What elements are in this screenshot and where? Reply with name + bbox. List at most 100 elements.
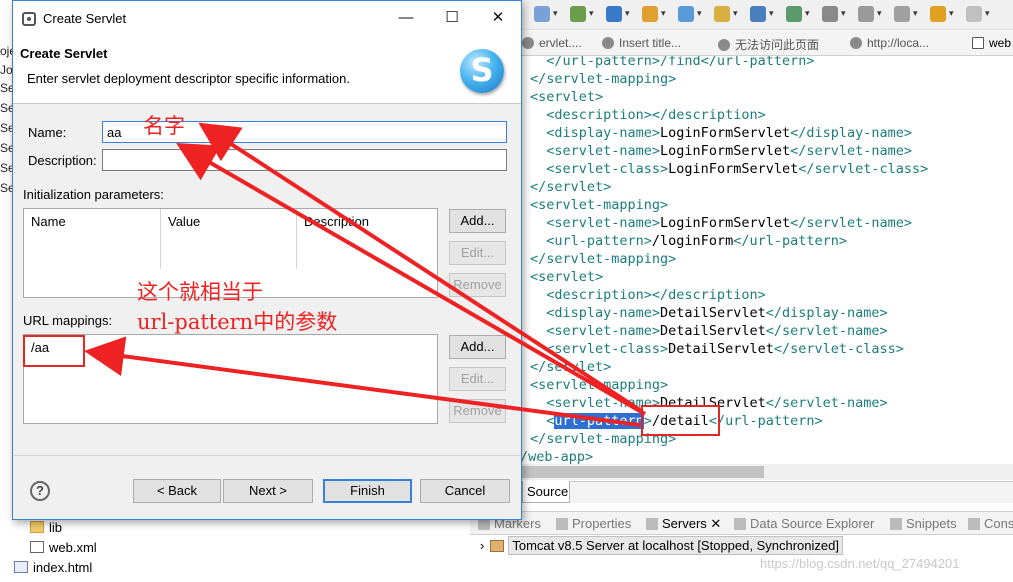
minimize-button[interactable]: —	[383, 7, 429, 31]
scrollbar-thumb[interactable]	[520, 466, 764, 478]
code-line[interactable]: <servlet>	[530, 268, 603, 286]
dropdown-caret-icon[interactable]: ▾	[697, 8, 702, 19]
tab-properties[interactable]: Properties	[556, 516, 631, 531]
back-icon[interactable]	[894, 6, 910, 22]
task-icon[interactable]	[786, 6, 802, 22]
dropdown-caret-icon[interactable]: ▾	[985, 8, 990, 19]
close-button[interactable]: ✕	[475, 7, 521, 31]
code-line[interactable]: </servlet>	[530, 358, 611, 376]
code-line[interactable]: <servlet-mapping>	[530, 196, 668, 214]
dropdown-caret-icon[interactable]: ▾	[805, 8, 810, 19]
dropdown-caret-icon[interactable]: ▾	[589, 8, 594, 19]
ide-toolbar: ▾ ▾ ▾ ▾ ▾ ▾ ▾ ▾ ▾ ▾ ▾ ▾ ▾	[520, 0, 1013, 30]
dropdown-caret-icon[interactable]: ▾	[661, 8, 666, 19]
code-token: <servlet-mapping>	[530, 197, 669, 213]
remove-param-button[interactable]: Remove	[449, 273, 506, 297]
dialog-titlebar[interactable]: Create Servlet — ☐ ✕	[13, 1, 521, 37]
properties-icon	[556, 518, 568, 530]
code-line[interactable]: </servlet-mapping>	[530, 250, 676, 268]
code-line[interactable]: </servlet-mapping>	[530, 70, 676, 88]
tab-console[interactable]: Cons	[968, 516, 1013, 531]
back-button[interactable]: < Back	[133, 479, 221, 503]
arrow-right-icon[interactable]	[966, 6, 982, 22]
next-button[interactable]: Next >	[223, 479, 313, 503]
description-field[interactable]	[102, 149, 507, 171]
code-line[interactable]: <servlet>	[530, 88, 603, 106]
code-token: </url-pattern>/find</url-pattern>	[530, 56, 815, 69]
code-line[interactable]: <display-name>DetailServlet</display-nam…	[530, 304, 888, 322]
annotation-icon[interactable]	[822, 6, 838, 22]
server-list-item[interactable]: › Tomcat v8.5 Server at localhost [Stoppe…	[480, 536, 843, 555]
code-token: /loginForm	[651, 233, 734, 249]
finish-button[interactable]: Finish	[323, 479, 412, 503]
column-header-name[interactable]: Name	[24, 209, 161, 269]
help-icon[interactable]: ?	[30, 481, 50, 501]
tab-servers[interactable]: Servers ✕	[646, 516, 721, 532]
browser-globe-icon	[718, 39, 730, 51]
cancel-button[interactable]: Cancel	[420, 479, 510, 503]
wand-icon[interactable]	[714, 6, 730, 22]
editor-tab[interactable]: http://loca...	[850, 36, 929, 50]
create-servlet-dialog: Create Servlet — ☐ ✕ Create Servlet Ente…	[12, 0, 522, 520]
expand-chevron-icon[interactable]: ›	[480, 538, 484, 553]
open-folder-icon[interactable]	[642, 6, 658, 22]
tab-snippets[interactable]: Snippets	[890, 516, 957, 531]
column-header-value[interactable]: Value	[161, 209, 297, 269]
code-line[interactable]: <url-pattern>/loginForm</url-pattern>	[530, 232, 847, 250]
tab-data-source-explorer[interactable]: Data Source Explorer	[734, 516, 874, 531]
init-params-label: Initialization parameters:	[23, 187, 164, 202]
edit-mapping-button[interactable]: Edit...	[449, 367, 506, 391]
code-line[interactable]: <servlet-name>LoginFormServlet</servlet-…	[530, 214, 912, 232]
editor-tab[interactable]: ervlet....	[522, 36, 582, 50]
dropdown-caret-icon[interactable]: ▾	[625, 8, 630, 19]
dropdown-caret-icon[interactable]: ▾	[733, 8, 738, 19]
dropdown-caret-icon[interactable]: ▾	[841, 8, 846, 19]
code-line[interactable]: <servlet-class>DetailServlet</servlet-cl…	[530, 340, 904, 358]
tree-item-index-html[interactable]: index.html	[14, 560, 92, 575]
add-param-button[interactable]: Add...	[449, 209, 506, 233]
code-line[interactable]: </url-pattern>/find</url-pattern>	[530, 56, 814, 70]
code-token: </display-name>	[765, 305, 888, 321]
edit-param-button[interactable]: Edit...	[449, 241, 506, 265]
horizontal-scrollbar[interactable]	[520, 464, 1013, 480]
tree-item-web-xml[interactable]: web.xml	[30, 540, 97, 555]
code-line[interactable]: <servlet-name>DetailServlet</servlet-nam…	[530, 322, 887, 340]
code-line[interactable]: <description></description>	[530, 106, 765, 124]
editor-tab[interactable]: Insert title...	[602, 36, 681, 50]
search-icon[interactable]	[678, 6, 694, 22]
column-header-description[interactable]: Description	[297, 209, 437, 269]
pin-icon[interactable]	[858, 6, 874, 22]
bottom-panel-tabs: Markers Properties Servers ✕ Data Source…	[470, 511, 1013, 535]
remove-mapping-button[interactable]: Remove	[449, 399, 506, 423]
code-line[interactable]: <display-name>LoginFormServlet</display-…	[530, 124, 912, 142]
xml-code-editor[interactable]: </url-pattern>/find</url-pattern> </servl…	[520, 56, 1013, 464]
tree-item-lib[interactable]: lib	[30, 520, 62, 535]
eclipse-app-icon	[22, 12, 36, 26]
debug-icon[interactable]	[534, 6, 550, 22]
code-token: </servlet-mapping>	[530, 251, 677, 267]
globe-icon[interactable]	[750, 6, 766, 22]
source-tab[interactable]: Source	[522, 481, 570, 503]
code-line[interactable]: </servlet>	[530, 178, 611, 196]
xml-file-icon	[972, 37, 984, 49]
maximize-button[interactable]: ☐	[429, 7, 475, 31]
editor-tab-active[interactable]: web	[972, 36, 1011, 50]
web-icon[interactable]	[606, 6, 622, 22]
code-line[interactable]: <servlet-mapping>	[530, 376, 668, 394]
dropdown-caret-icon[interactable]: ▾	[769, 8, 774, 19]
code-line[interactable]: <servlet-name>LoginFormServlet</servlet-…	[530, 142, 912, 160]
dropdown-caret-icon[interactable]: ▾	[553, 8, 558, 19]
code-line[interactable]: <description></description>	[530, 286, 765, 304]
dropdown-caret-icon[interactable]: ▾	[877, 8, 882, 19]
dropdown-caret-icon[interactable]: ▾	[949, 8, 954, 19]
add-mapping-button[interactable]: Add...	[449, 335, 506, 359]
run-icon[interactable]	[570, 6, 586, 22]
dialog-footer: ? < Back Next > Finish Cancel	[13, 455, 521, 519]
code-line[interactable]: /web-app>	[520, 448, 593, 464]
window-title: Create Servlet	[43, 11, 127, 26]
editor-tab[interactable]: 无法访问此页面	[718, 36, 819, 53]
code-line[interactable]: <servlet-class>LoginFormServlet</servlet…	[530, 160, 928, 178]
arrow-left-icon[interactable]	[930, 6, 946, 22]
url-mappings-list[interactable]: /aa	[23, 334, 438, 424]
dropdown-caret-icon[interactable]: ▾	[913, 8, 918, 19]
